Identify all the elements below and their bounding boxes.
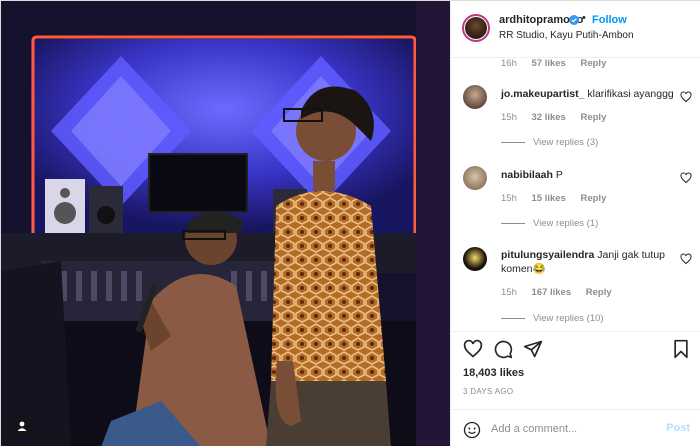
view-replies-label: View replies (3) xyxy=(533,137,599,148)
view-replies-button[interactable]: View replies (3) xyxy=(501,137,598,148)
post-photo[interactable] xyxy=(1,1,450,446)
comment-likes[interactable]: 57 likes xyxy=(532,58,566,69)
view-replies-label: View replies (10) xyxy=(533,313,604,324)
reply-button[interactable]: Reply xyxy=(586,287,612,298)
verified-badge-icon xyxy=(569,15,579,25)
comment-icon[interactable] xyxy=(493,339,513,359)
heart-icon[interactable] xyxy=(680,253,692,265)
post-actions-bar xyxy=(451,331,700,361)
comment-meta: 15h 15 likes Reply xyxy=(501,193,606,204)
comment-time: 16h xyxy=(501,58,517,69)
comment-time: 15h xyxy=(501,287,517,298)
post-dialog: ardhitopramono • Follow RR Studio, Kayu … xyxy=(0,0,700,446)
commenter-avatar[interactable] xyxy=(463,247,487,271)
likes-count[interactable]: 18,403 likes xyxy=(463,367,524,379)
author-avatar[interactable] xyxy=(462,14,490,42)
comment-meta: 15h 167 likes Reply xyxy=(501,287,612,298)
comment-body: nabibilaah P xyxy=(501,168,676,182)
comments-list[interactable]: 16h 57 likes Reply jo.makeupartist_ klar… xyxy=(451,58,700,331)
post-header: ardhitopramono • Follow RR Studio, Kayu … xyxy=(451,1,700,58)
view-replies-button[interactable]: View replies (1) xyxy=(501,218,598,229)
commenter-avatar[interactable] xyxy=(463,166,487,190)
comment-time: 15h xyxy=(501,193,517,204)
heart-icon[interactable] xyxy=(463,339,483,359)
add-comment-input[interactable] xyxy=(491,421,651,437)
comment-likes[interactable]: 32 likes xyxy=(532,112,566,123)
separator-dot: • xyxy=(582,12,586,24)
comment-meta: 15h 32 likes Reply xyxy=(501,112,606,123)
comment-username[interactable]: jo.makeupartist_ xyxy=(501,88,584,100)
add-comment-bar: Post xyxy=(451,409,700,446)
comment-likes[interactable]: 167 likes xyxy=(532,287,572,298)
follow-button[interactable]: Follow xyxy=(592,14,627,26)
emoji-icon[interactable] xyxy=(463,421,481,439)
post-comment-button[interactable]: Post xyxy=(666,422,690,434)
comment-body: pitulungsyailendra Janji gak tutup komen… xyxy=(501,248,676,276)
comment-username[interactable]: nabibilaah xyxy=(501,169,553,181)
comment-text: klarifikasi ayanggg xyxy=(587,88,674,100)
post-timestamp[interactable]: 3 DAYS AGO xyxy=(463,387,513,396)
comment-username[interactable]: pitulungsyailendra xyxy=(501,249,594,261)
laughing-emoji: 😂 xyxy=(532,263,546,275)
share-icon[interactable] xyxy=(523,339,543,359)
view-replies-label: View replies (1) xyxy=(533,218,599,229)
comment-time: 15h xyxy=(501,112,517,123)
heart-icon[interactable] xyxy=(680,172,692,184)
comment-body: jo.makeupartist_ klarifikasi ayanggg xyxy=(501,87,676,101)
commenter-avatar[interactable] xyxy=(463,85,487,109)
comment-likes[interactable]: 15 likes xyxy=(532,193,566,204)
post-location[interactable]: RR Studio, Kayu Putih-Ambon xyxy=(499,30,634,41)
reply-button[interactable]: Reply xyxy=(580,193,606,204)
view-replies-button[interactable]: View replies (10) xyxy=(501,313,604,324)
reply-button[interactable]: Reply xyxy=(580,112,606,123)
reply-button[interactable]: Reply xyxy=(580,58,606,69)
post-side-panel: ardhitopramono • Follow RR Studio, Kayu … xyxy=(450,1,700,446)
comment-text: P xyxy=(555,169,563,181)
studio-photo-illustration xyxy=(1,1,450,446)
bookmark-icon[interactable] xyxy=(671,339,691,359)
user-tag-icon[interactable] xyxy=(11,415,33,437)
heart-icon[interactable] xyxy=(680,91,692,103)
